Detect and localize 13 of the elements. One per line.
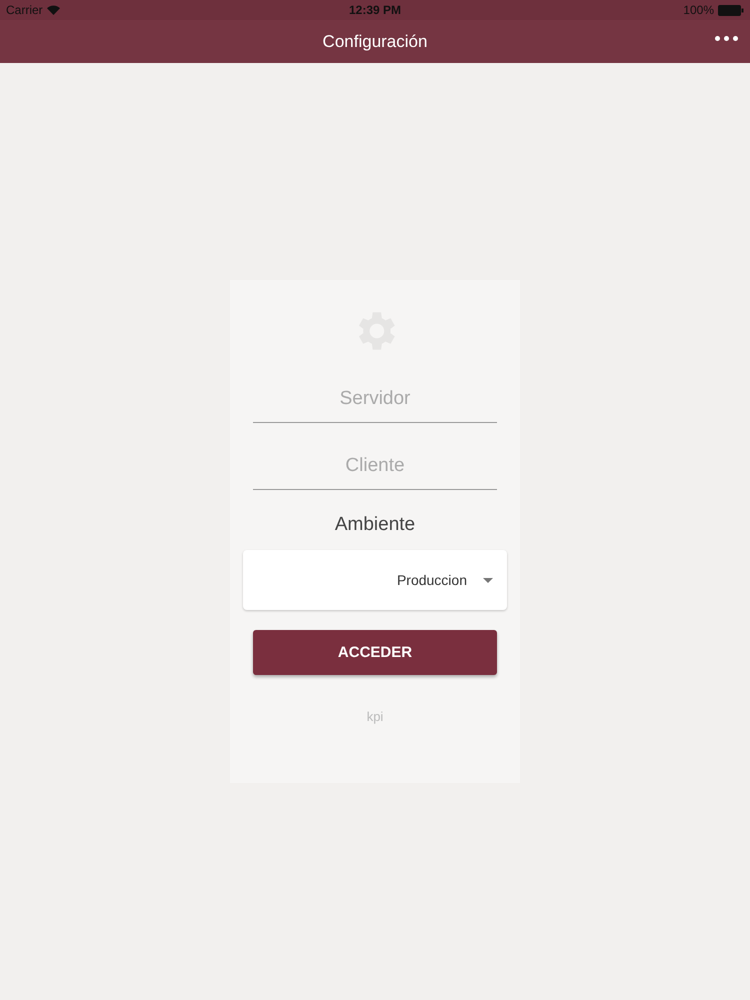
carrier-label: Carrier	[6, 3, 43, 17]
nav-title: Configuración	[322, 32, 428, 52]
battery-percent: 100%	[683, 3, 714, 17]
text-field[interactable]: Servidor	[253, 378, 497, 423]
ambiente-label: Ambiente	[334, 514, 416, 536]
access-button[interactable]: ACCEDER	[253, 630, 497, 675]
clock-time: 12:39 PM	[348, 3, 402, 17]
battery-icon	[718, 4, 744, 16]
text-field[interactable]: Cliente	[253, 445, 497, 490]
wifi-icon	[46, 5, 60, 15]
logo: kpi	[366, 709, 384, 724]
caret-icon	[483, 578, 493, 582]
environment-dropdown[interactable]: Produccion	[243, 550, 507, 610]
